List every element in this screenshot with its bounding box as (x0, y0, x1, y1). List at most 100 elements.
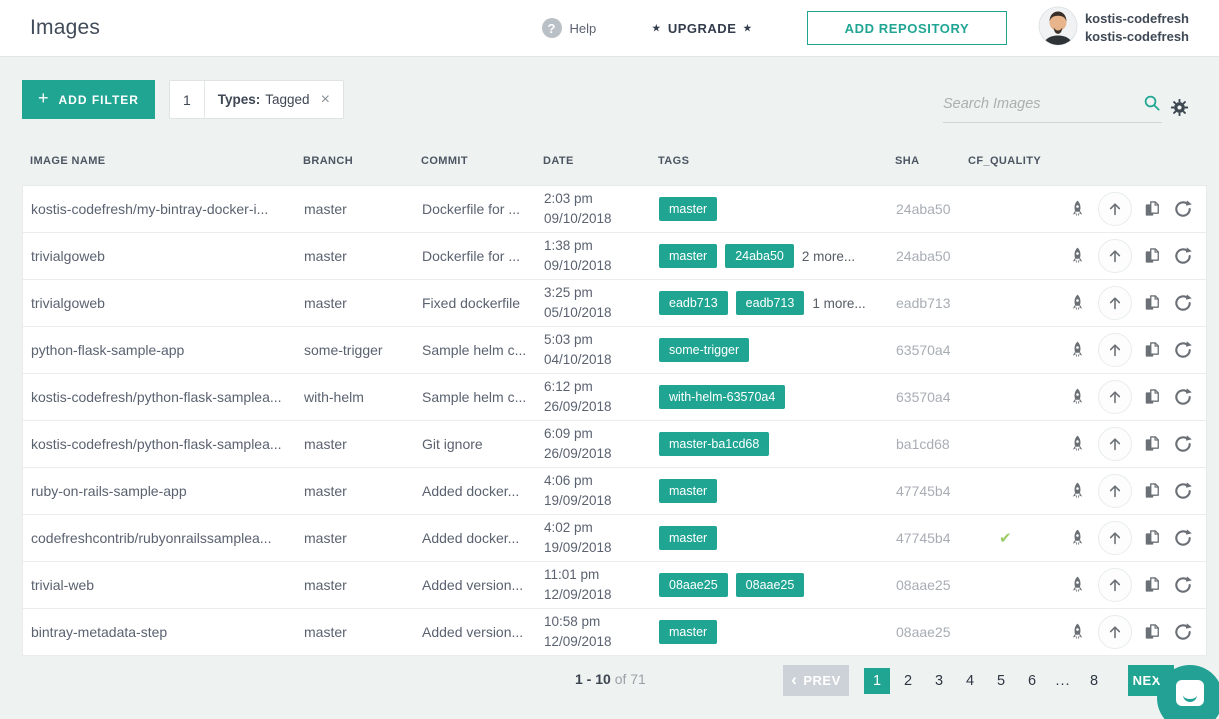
promote-arrow-icon[interactable] (1098, 333, 1132, 367)
table-row[interactable]: kostis-codefresh/python-flask-samplea...… (23, 374, 1206, 421)
rocket-icon[interactable] (1067, 246, 1088, 267)
copy-icon[interactable] (1142, 575, 1162, 595)
rocket-icon[interactable] (1067, 528, 1088, 549)
tag-badge[interactable]: 08aae25 (736, 573, 805, 597)
more-tags-link[interactable]: 1 more... (812, 296, 865, 311)
copy-icon[interactable] (1142, 528, 1162, 548)
sha-cell: ba1cd68 (896, 436, 969, 452)
add-repository-button[interactable]: ADD REPOSITORY (807, 11, 1007, 45)
table-row[interactable]: trivialgoweb master Dockerfile for ... 1… (23, 233, 1206, 280)
rocket-icon[interactable] (1067, 481, 1088, 502)
prev-button[interactable]: ‹ PREV (783, 665, 849, 696)
rocket-icon[interactable] (1067, 622, 1088, 643)
page-ellipsis: ... (1050, 668, 1076, 694)
filter-chip[interactable]: 1 Types: Tagged × (169, 80, 344, 119)
tags-cell: with-helm-63570a4 (659, 385, 896, 409)
page-button[interactable]: 5 (988, 668, 1014, 694)
tag-badge[interactable]: eadb713 (736, 291, 805, 315)
copy-icon[interactable] (1142, 340, 1162, 360)
rocket-icon[interactable] (1067, 293, 1088, 314)
page-button[interactable]: 3 (926, 668, 952, 694)
promote-arrow-icon[interactable] (1098, 427, 1132, 461)
rebuild-icon[interactable] (1172, 292, 1194, 314)
add-filter-button[interactable]: + ADD FILTER (22, 80, 155, 119)
tag-badge[interactable]: master (659, 197, 717, 221)
copy-icon[interactable] (1142, 246, 1162, 266)
table-row[interactable]: python-flask-sample-app some-trigger Sam… (23, 327, 1206, 374)
table-row[interactable]: ruby-on-rails-sample-app master Added do… (23, 468, 1206, 515)
tag-badge[interactable]: 24aba50 (725, 244, 794, 268)
tags-cell: master (659, 620, 896, 644)
tag-badge[interactable]: master-ba1cd68 (659, 432, 769, 456)
page-button[interactable]: 2 (895, 668, 921, 694)
copy-icon[interactable] (1142, 622, 1162, 642)
upgrade-button[interactable]: ★ UPGRADE ★ (652, 21, 752, 36)
rebuild-icon[interactable] (1172, 480, 1194, 502)
tag-badge[interactable]: master (659, 244, 717, 268)
promote-arrow-icon[interactable] (1098, 380, 1132, 414)
tag-badge[interactable]: master (659, 526, 717, 550)
tag-badge[interactable]: with-helm-63570a4 (659, 385, 785, 409)
rebuild-icon[interactable] (1172, 433, 1194, 455)
date-cell: 6:09 pm 26/09/2018 (544, 424, 659, 463)
promote-arrow-icon[interactable] (1098, 615, 1132, 649)
table-row[interactable]: kostis-codefresh/python-flask-samplea...… (23, 421, 1206, 468)
rebuild-icon[interactable] (1172, 386, 1194, 408)
rocket-icon[interactable] (1067, 575, 1088, 596)
rebuild-icon[interactable] (1172, 621, 1194, 643)
promote-arrow-icon[interactable] (1098, 521, 1132, 555)
remove-filter-icon[interactable]: × (321, 92, 330, 108)
commit-cell: Added docker... (422, 530, 544, 546)
copy-icon[interactable] (1142, 293, 1162, 313)
sha-cell: 08aae25 (896, 577, 969, 593)
table-row[interactable]: bintray-metadata-step master Added versi… (23, 609, 1206, 656)
time-text: 6:09 pm (544, 424, 649, 444)
search-input[interactable] (943, 96, 1139, 112)
copy-icon[interactable] (1142, 481, 1162, 501)
tag-badge[interactable]: some-trigger (659, 338, 749, 362)
tag-badge[interactable]: eadb713 (659, 291, 728, 315)
page-button[interactable]: 8 (1081, 668, 1107, 694)
rocket-icon[interactable] (1067, 387, 1088, 408)
promote-arrow-icon[interactable] (1098, 239, 1132, 273)
branch-cell: master (304, 530, 422, 546)
rebuild-icon[interactable] (1172, 574, 1194, 596)
username-primary: kostis-codefresh (1085, 10, 1189, 28)
promote-arrow-icon[interactable] (1098, 286, 1132, 320)
copy-icon[interactable] (1142, 199, 1162, 219)
chat-bubble-button[interactable] (1157, 665, 1219, 719)
rocket-icon[interactable] (1067, 434, 1088, 455)
table-row[interactable]: trivial-web master Added version... 11:0… (23, 562, 1206, 609)
rebuild-icon[interactable] (1172, 245, 1194, 267)
promote-arrow-icon[interactable] (1098, 192, 1132, 226)
date-cell: 10:58 pm 12/09/2018 (544, 612, 659, 651)
page-button[interactable]: 1 (864, 668, 890, 694)
copy-icon[interactable] (1142, 387, 1162, 407)
tag-badge[interactable]: 08aae25 (659, 573, 728, 597)
promote-arrow-icon[interactable] (1098, 568, 1132, 602)
table-row[interactable]: kostis-codefresh/my-bintray-docker-i... … (23, 186, 1206, 233)
page-button[interactable]: 4 (957, 668, 983, 694)
tags-cell: 08aae25 08aae25 (659, 573, 896, 597)
date-cell: 4:06 pm 19/09/2018 (544, 471, 659, 510)
rebuild-icon[interactable] (1172, 339, 1194, 361)
image-name-cell: trivialgoweb (31, 295, 304, 311)
table-row[interactable]: codefreshcontrib/rubyonrailssamplea... m… (23, 515, 1206, 562)
table-row[interactable]: trivialgoweb master Fixed dockerfile 3:2… (23, 280, 1206, 327)
tag-badge[interactable]: master (659, 620, 717, 644)
rocket-icon[interactable] (1067, 340, 1088, 361)
rebuild-icon[interactable] (1172, 198, 1194, 220)
settings-gear-icon[interactable] (1170, 98, 1189, 117)
copy-icon[interactable] (1142, 434, 1162, 454)
search-icon[interactable] (1143, 94, 1162, 113)
help-button[interactable]: ? Help (542, 18, 597, 38)
page-button[interactable]: 6 (1019, 668, 1045, 694)
image-name-cell: kostis-codefresh/python-flask-samplea... (31, 389, 304, 405)
rebuild-icon[interactable] (1172, 527, 1194, 549)
user-menu[interactable]: kostis-codefresh kostis-codefresh (1038, 6, 1189, 51)
more-tags-link[interactable]: 2 more... (802, 249, 855, 264)
rocket-icon[interactable] (1067, 199, 1088, 220)
tag-badge[interactable]: master (659, 479, 717, 503)
time-text: 1:38 pm (544, 236, 649, 256)
promote-arrow-icon[interactable] (1098, 474, 1132, 508)
